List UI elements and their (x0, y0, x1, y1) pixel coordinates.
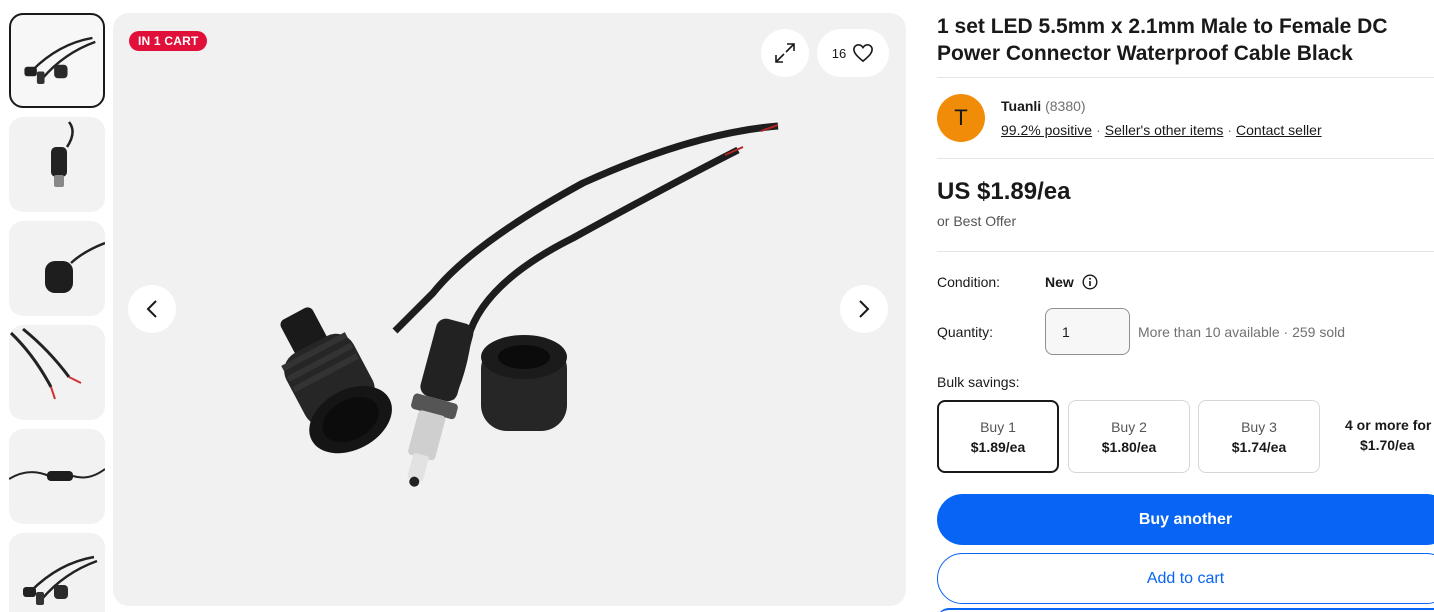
item-price: US $1.89/ea (937, 178, 1071, 205)
bulk-option-qty: Buy 3 (1241, 419, 1277, 435)
bulk-option-price: $1.89/ea (970, 439, 1026, 455)
info-icon[interactable] (1082, 274, 1098, 290)
chevron-left-icon (146, 300, 157, 318)
quantity-label: Quantity: (937, 324, 994, 340)
thumbnail-3-image (45, 241, 105, 293)
thumbnail-2[interactable] (9, 117, 105, 212)
next-image-button[interactable] (840, 285, 888, 333)
thumbnail-3[interactable] (9, 221, 105, 316)
thumbnail-6-image (23, 555, 98, 605)
seller-name-row: Tuanli (8380) (1001, 98, 1086, 114)
product-title: 1 set LED 5.5mm x 2.1mm Male to Female D… (937, 15, 1388, 65)
best-offer-text: or Best Offer (937, 213, 1017, 229)
item-details-panel: 1 set LED 5.5mm x 2.1mm Male to Female D… (937, 0, 1434, 612)
thumbnail-5[interactable] (9, 429, 105, 524)
bulk-option-4[interactable]: 4 or more for $1.70/ea (1329, 400, 1434, 473)
next-button-edge[interactable] (937, 608, 1434, 612)
thumbnail-4[interactable] (9, 325, 105, 420)
main-product-image[interactable]: IN 1 CART 16 (113, 13, 906, 606)
seller-links: 99.2% positive · Seller's other items · Cont… (1001, 122, 1322, 138)
thumbnail-2-image (51, 121, 74, 187)
chevron-right-icon (859, 300, 870, 318)
contact-seller-link[interactable]: Contact seller (1236, 122, 1322, 138)
seller-avatar[interactable]: T (937, 94, 985, 142)
availability-text: More than 10 available · 259 sold (1138, 324, 1346, 340)
bulk-option-price: $1.70/ea (1360, 437, 1415, 453)
condition-label: Condition: (937, 274, 1001, 290)
previous-image-button[interactable] (128, 285, 176, 333)
divider (937, 158, 1434, 159)
bulk-option-qty: Buy 1 (980, 419, 1016, 435)
bulk-option-price: $1.74/ea (1231, 439, 1287, 455)
bulk-savings-label: Bulk savings: (937, 374, 1020, 390)
bulk-option-2[interactable]: Buy 2 $1.80/ea (1068, 400, 1190, 473)
expand-image-button[interactable] (761, 29, 809, 77)
favorite-count: 16 (831, 45, 847, 61)
quantity-input[interactable] (1045, 308, 1130, 355)
bulk-option-1[interactable]: Buy 1 $1.89/ea (937, 400, 1059, 473)
buy-another-button[interactable]: Buy another (937, 494, 1434, 545)
thumbnail-1-image (24, 36, 96, 84)
condition-value-row: New (1045, 274, 1098, 290)
divider (937, 77, 1434, 78)
watchlist-button[interactable]: 16 (817, 29, 889, 77)
bulk-option-qty: Buy 2 (1111, 419, 1147, 435)
expand-icon (775, 43, 795, 63)
separator-dot: · (1096, 122, 1101, 138)
product-photo (280, 122, 779, 487)
add-to-cart-button[interactable]: Add to cart (937, 553, 1434, 604)
thumbnail-5-image (9, 468, 105, 481)
seller-name[interactable]: Tuanli (1001, 98, 1041, 114)
seller-feedback-count: (8380) (1045, 98, 1086, 114)
seller-other-items-link[interactable]: Seller's other items (1105, 122, 1224, 138)
thumbnail-6[interactable] (9, 533, 105, 612)
condition-value: New (1045, 274, 1074, 290)
divider (937, 251, 1434, 252)
seller-more-icon[interactable]: ⋮ (1429, 108, 1434, 128)
seller-positive-link[interactable]: 99.2% positive (1001, 122, 1092, 138)
separator-dot: · (1227, 122, 1233, 138)
thumbnail-4-image (9, 327, 82, 400)
thumbnail-1[interactable] (9, 13, 105, 108)
bulk-option-3[interactable]: Buy 3 $1.74/ea (1198, 400, 1320, 473)
bulk-option-qty: 4 or more for (1345, 417, 1432, 433)
heart-icon (853, 43, 874, 63)
in-cart-badge: IN 1 CART (129, 31, 208, 51)
bulk-option-price: $1.80/ea (1101, 439, 1157, 455)
